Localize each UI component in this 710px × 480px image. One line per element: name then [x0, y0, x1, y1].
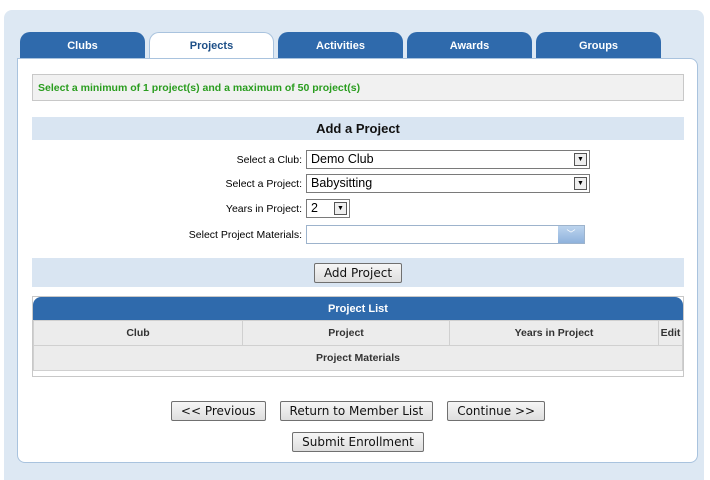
project-list: Project List Club Project Years in Proje…: [32, 296, 684, 377]
add-project-heading: Add a Project: [32, 117, 684, 140]
dropdown-arrow-icon[interactable]: ▼: [334, 202, 347, 215]
club-select[interactable]: Demo Club ▼: [306, 150, 590, 169]
materials-label: Select Project Materials:: [188, 229, 302, 241]
tab-awards[interactable]: Awards: [407, 32, 532, 59]
table-header-row: Club Project Years in Project Edit: [33, 320, 683, 346]
project-list-title: Project List: [33, 297, 683, 320]
project-select-value: Babysitting: [311, 176, 373, 190]
project-select[interactable]: Babysitting ▼: [306, 174, 590, 193]
materials-select[interactable]: ﹀: [306, 225, 585, 244]
tab-projects[interactable]: Projects: [149, 32, 274, 59]
project-label: Select a Project:: [225, 178, 302, 190]
previous-button[interactable]: << Previous: [170, 401, 266, 421]
years-select-value: 2: [311, 201, 318, 215]
add-project-bar: Add Project: [32, 258, 684, 287]
club-select-value: Demo Club: [311, 152, 374, 166]
project-list-table: Club Project Years in Project Edit Proje…: [33, 320, 683, 371]
column-header-project: Project: [242, 320, 450, 346]
return-to-member-list-button[interactable]: Return to Member List: [279, 401, 434, 421]
submit-enrollment-button[interactable]: Submit Enrollment: [292, 432, 424, 452]
materials-row: Select Project Materials: ﹀: [32, 225, 684, 245]
tab-clubs[interactable]: Clubs: [20, 32, 145, 59]
column-header-years: Years in Project: [449, 320, 659, 346]
tab-bar: Clubs Projects Activities Awards Groups: [20, 32, 665, 59]
dropdown-arrow-icon[interactable]: ▼: [574, 177, 587, 190]
club-label: Select a Club:: [236, 154, 302, 166]
column-header-edit: Edit: [658, 320, 683, 346]
tab-activities[interactable]: Activities: [278, 32, 403, 59]
selection-notice: Select a minimum of 1 project(s) and a m…: [32, 74, 684, 101]
column-header-materials: Project Materials: [33, 345, 683, 371]
tab-groups[interactable]: Groups: [536, 32, 661, 59]
years-row: Years in Project: 2 ▼: [32, 199, 684, 219]
continue-button[interactable]: Continue >>: [447, 401, 546, 421]
table-header-row: Project Materials: [33, 345, 683, 371]
submit-row: Submit Enrollment: [32, 432, 684, 452]
club-row: Select a Club: Demo Club ▼: [32, 150, 684, 170]
years-select[interactable]: 2 ▼: [306, 199, 350, 218]
years-label: Years in Project:: [225, 203, 302, 215]
chevron-down-icon[interactable]: ﹀: [558, 226, 584, 243]
column-header-club: Club: [33, 320, 243, 346]
project-row: Select a Project: Babysitting ▼: [32, 174, 684, 194]
dropdown-arrow-icon[interactable]: ▼: [574, 153, 587, 166]
add-project-heading-text: Add a Project: [316, 121, 400, 136]
add-project-button[interactable]: Add Project: [313, 262, 403, 283]
selection-notice-text: Select a minimum of 1 project(s) and a m…: [38, 81, 361, 94]
navigation-buttons: << Previous Return to Member List Contin…: [32, 401, 684, 421]
